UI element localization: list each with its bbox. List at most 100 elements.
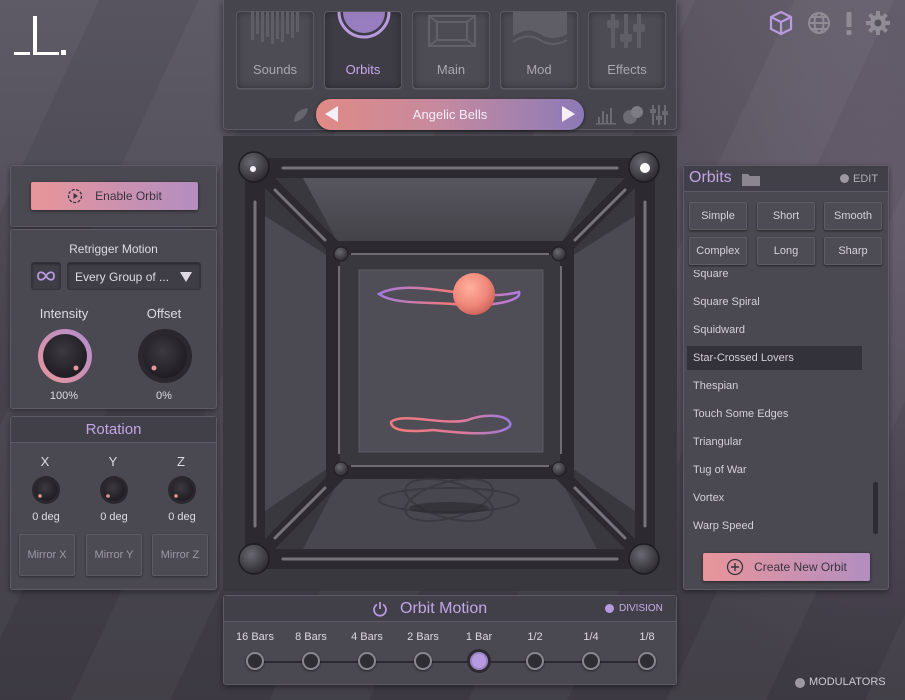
create-new-orbit-button[interactable]: Create New Orbit (703, 553, 870, 581)
loop-toggle-button[interactable] (31, 262, 61, 290)
top-navigation: Sounds Orbits Main Mod Effects Angelic B… (223, 0, 677, 130)
division-2-bars-label: 2 Bars (407, 631, 439, 643)
orbit-list: Square Square Spiral Squidward Star-Cros… (684, 270, 888, 542)
filter-complex[interactable]: Complex (689, 237, 747, 265)
enable-orbit-button[interactable]: Enable Orbit (31, 182, 198, 210)
tab-sounds[interactable]: Sounds (236, 11, 314, 89)
spectrum-icon[interactable] (596, 105, 616, 125)
division-indicator-icon (605, 604, 614, 613)
rotation-x-value: 0 deg (32, 511, 60, 523)
play-circle-icon (67, 188, 83, 204)
blend-icon[interactable] (622, 105, 644, 125)
division-4-bars-label: 4 Bars (351, 631, 383, 643)
division-half-radio[interactable] (526, 652, 544, 670)
modulators-button[interactable]: MODULATORS (809, 676, 886, 688)
tab-label: Main (436, 62, 466, 77)
division-4-bars-radio[interactable] (358, 652, 376, 670)
orbit-visualizer[interactable] (223, 136, 677, 591)
preset-selector[interactable]: Angelic Bells (316, 99, 584, 130)
division-1-bar-radio[interactable] (470, 652, 488, 670)
orbits-panel-header: Orbits EDIT (684, 166, 888, 192)
leaf-icon[interactable] (292, 106, 310, 124)
list-item[interactable]: Squidward (693, 318, 868, 342)
sounds-tab-icon (251, 12, 299, 44)
rotation-y-knob[interactable] (99, 475, 129, 505)
app-logo (14, 16, 66, 55)
list-item-selected[interactable]: Star-Crossed Lovers (687, 346, 862, 370)
edit-button[interactable]: EDIT (853, 173, 878, 185)
rotation-x-knob[interactable] (31, 475, 61, 505)
previous-preset-arrow-icon[interactable] (325, 106, 338, 122)
infinity-icon (37, 271, 55, 281)
list-item[interactable]: Tug of War (693, 458, 868, 482)
retrigger-mode-value: Every Group of ... (75, 270, 170, 284)
list-item[interactable]: Vortex (693, 486, 868, 510)
rotation-z-value: 0 deg (168, 511, 196, 523)
folder-icon[interactable] (742, 172, 760, 186)
tab-label: Mod (526, 62, 552, 77)
mixer-icon[interactable] (649, 104, 669, 126)
preset-name: Angelic Bells (412, 107, 488, 122)
tab-label: Effects (607, 62, 647, 77)
tab-orbits[interactable]: Orbits (324, 11, 402, 89)
tab-mod[interactable]: Mod (500, 11, 578, 89)
rotation-z-knob[interactable] (167, 475, 197, 505)
orbit-sphere (453, 273, 495, 315)
rotation-z-label: Z (177, 454, 185, 469)
orbit-motion-title: Orbit Motion (400, 600, 488, 617)
intensity-knob[interactable] (36, 327, 94, 385)
cube-icon[interactable] (768, 10, 794, 36)
rotation-x-label: X (40, 454, 50, 469)
division-eighth-radio[interactable] (638, 652, 656, 670)
mirror-x-button[interactable]: Mirror X (19, 534, 75, 576)
list-item[interactable]: Thespian (693, 374, 868, 398)
filter-long[interactable]: Long (757, 237, 815, 265)
offset-label: Offset (146, 306, 182, 321)
filter-sharp[interactable]: Sharp (824, 237, 882, 265)
division-16-bars-label: 16 Bars (236, 631, 274, 643)
gear-icon[interactable] (865, 10, 891, 36)
edit-indicator-icon (840, 174, 849, 183)
next-preset-arrow-icon[interactable] (562, 106, 575, 122)
list-item[interactable]: Square (693, 270, 868, 286)
rotation-title: Rotation (11, 417, 216, 443)
division-half-label: 1/2 (527, 631, 543, 643)
list-scrollbar[interactable] (873, 482, 878, 534)
orbits-panel: Orbits EDIT Simple Short Smooth Complex … (683, 165, 889, 590)
retrigger-mode-dropdown[interactable]: Every Group of ... (67, 262, 201, 290)
division-16-bars-radio[interactable] (246, 652, 264, 670)
filter-smooth[interactable]: Smooth (824, 202, 882, 230)
tab-main[interactable]: Main (412, 11, 490, 89)
motion-settings-panel: Retrigger Motion Every Group of ... Inte… (10, 229, 217, 409)
division-8-bars-label: 8 Bars (295, 631, 327, 643)
list-item[interactable]: Square Spiral (693, 290, 868, 314)
division-2-bars-radio[interactable] (414, 652, 432, 670)
effects-tab-icon (607, 14, 645, 48)
chevron-down-icon (180, 272, 192, 282)
division-quarter-radio[interactable] (582, 652, 600, 670)
alert-icon[interactable] (842, 10, 856, 36)
division-8-bars-radio[interactable] (302, 652, 320, 670)
retrigger-title: Retrigger Motion (69, 242, 158, 256)
tab-effects[interactable]: Effects (588, 11, 666, 89)
list-item[interactable]: Warp Speed (693, 514, 868, 538)
filter-short[interactable]: Short (757, 202, 815, 230)
main-tab-icon (428, 15, 476, 47)
division-eighth-label: 1/8 (639, 631, 655, 643)
mirror-y-button[interactable]: Mirror Y (86, 534, 142, 576)
orbits-tab-icon (337, 12, 391, 39)
intensity-label: Intensity (39, 306, 89, 321)
rotation-y-label: Y (108, 454, 118, 469)
mirror-z-button[interactable]: Mirror Z (152, 534, 208, 576)
division-label[interactable]: DIVISION (619, 603, 663, 614)
filter-simple[interactable]: Simple (689, 202, 747, 230)
list-item[interactable]: Touch Some Edges (693, 402, 868, 426)
offset-value: 0% (156, 390, 172, 402)
offset-knob[interactable] (136, 327, 194, 385)
orbits-title: Orbits (689, 169, 732, 186)
create-new-orbit-label: Create New Orbit (754, 560, 847, 574)
power-icon[interactable] (372, 601, 388, 617)
list-item[interactable]: Triangular (693, 430, 868, 454)
enable-orbit-label: Enable Orbit (95, 189, 162, 203)
globe-icon[interactable] (806, 10, 832, 36)
